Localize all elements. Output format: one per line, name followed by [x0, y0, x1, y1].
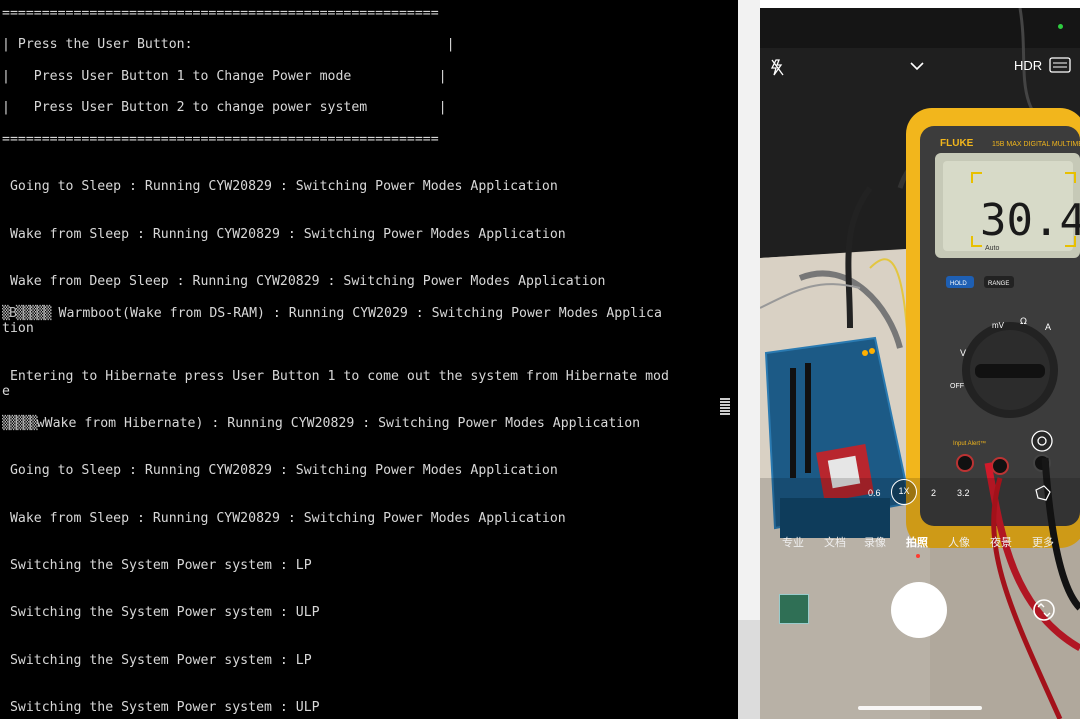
log-line: Wake from Sleep : Running CYW20829 : Swi…	[2, 511, 566, 526]
menu-title-line: | Press the User Button: |	[2, 37, 455, 52]
zoom-level[interactable]: 2	[931, 488, 936, 498]
log-line: Switching the System Power system : LP	[2, 558, 312, 573]
meter-input-alert-label: Input Alert™	[953, 440, 986, 447]
mode-photo[interactable]: 拍照	[906, 534, 928, 550]
log-line: Switching the System Power system : ULP	[2, 700, 320, 715]
phone-camera-screen: 30.4 Auto FLUKE 15B MAX DIGITAL MULTIMET…	[760, 0, 1080, 719]
meter-unit-a: A	[1045, 322, 1051, 332]
phone-top-bar	[760, 0, 1080, 8]
meter-unit-ohm: Ω	[1020, 317, 1027, 327]
meter-unit-mv: mV	[992, 321, 1005, 330]
mode-video[interactable]: 录像	[864, 534, 886, 550]
meter-off-label: OFF	[950, 383, 964, 390]
log-line: Going to Sleep : Running CYW20829 : Swit…	[2, 179, 558, 194]
garbled-chars: ▒B▒▒▒▒▒	[2, 306, 52, 321]
meter-model-label: 15B MAX DIGITAL MULTIMETER	[992, 141, 1080, 148]
switch-camera-icon[interactable]	[1032, 598, 1056, 622]
meter-range-label: RANGE	[988, 281, 1009, 287]
mode-document[interactable]: 文档	[824, 534, 846, 550]
log-line: Entering to Hibernate press User Button …	[2, 369, 669, 384]
log-line-wrap: e	[2, 384, 10, 399]
meter-brand-label: FLUKE	[940, 138, 974, 149]
mode-more[interactable]: 更多	[1032, 534, 1054, 550]
mode-indicator-dot	[916, 554, 920, 558]
meter-auto-label: Auto	[985, 245, 1000, 252]
garbled-chars: ▒▒▒▒▒	[2, 416, 38, 431]
log-line: Switching the System Power system : LP	[2, 653, 312, 668]
log-line: Wake from Deep Sleep : Running CYW20829 …	[2, 274, 606, 289]
menu-separator: ========================================…	[2, 132, 439, 147]
shutter-button[interactable]	[891, 582, 947, 638]
lens-icon	[1031, 430, 1053, 452]
log-line: Wake from Sleep : Running CYW20829 : Swi…	[2, 227, 566, 242]
window-divider	[738, 0, 760, 719]
log-line-text: wWake from Hibernate) : Running CYW20829…	[36, 416, 641, 431]
zoom-level[interactable]: 0.6	[868, 488, 881, 498]
log-line-wrap: tion	[2, 321, 34, 336]
zoom-level[interactable]: 3.2	[957, 488, 970, 498]
terminal-window[interactable]: ========================================…	[0, 0, 738, 719]
meter-unit-v: V	[960, 348, 966, 358]
gallery-thumbnail[interactable]	[779, 594, 809, 624]
menu-separator: ========================================…	[2, 6, 439, 21]
hdr-toggle[interactable]: HDR	[1014, 58, 1042, 73]
meter-hold-label: HOLD	[950, 281, 967, 287]
mode-portrait[interactable]: 人像	[948, 534, 970, 550]
camera-mode-strip: 专业 文档 录像 拍照 人像 夜景 更多	[760, 534, 1080, 552]
home-indicator	[858, 706, 982, 710]
zoom-level-selected[interactable]: 1X	[891, 479, 917, 505]
log-line: ▒▒▒▒▒wWake from Hibernate) : Running CYW…	[2, 416, 640, 432]
log-line: ▒B▒▒▒▒▒ Warmboot(Wake from DS-RAM) : Run…	[2, 306, 662, 322]
status-dot	[1058, 24, 1063, 29]
log-line-text: Warmboot(Wake from DS-RAM) : Running CYW…	[50, 306, 662, 321]
scrollbar-thumb[interactable]	[720, 398, 730, 416]
menu-item-line: | Press User Button 2 to change power sy…	[2, 100, 447, 115]
menu-item-line: | Press User Button 1 to Change Power mo…	[2, 69, 447, 84]
log-line: Going to Sleep : Running CYW20829 : Swit…	[2, 463, 558, 478]
mode-night[interactable]: 夜景	[990, 534, 1012, 550]
meter-reading: 30.4	[980, 195, 1080, 246]
log-line: Switching the System Power system : ULP	[2, 605, 320, 620]
mode-pro[interactable]: 专业	[782, 534, 804, 550]
